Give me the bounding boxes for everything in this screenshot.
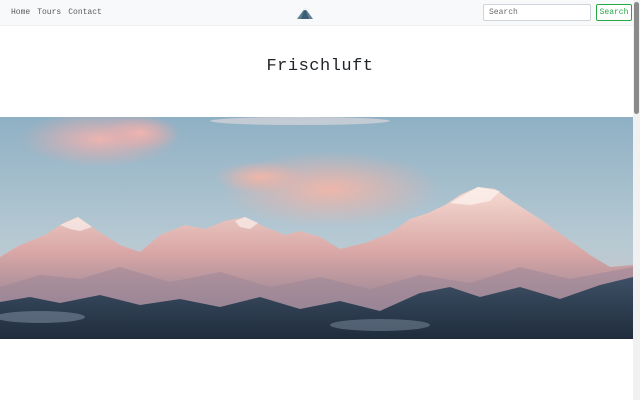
nav-link-tours[interactable]: Tours: [37, 8, 61, 17]
search-button[interactable]: Search: [596, 4, 632, 21]
scrollbar-thumb[interactable]: [634, 2, 639, 114]
search-input[interactable]: [483, 4, 591, 21]
nav-link-contact[interactable]: Contact: [68, 8, 102, 17]
page-title: Frischluft: [266, 57, 374, 76]
nav-links: Home Tours Contact: [11, 0, 109, 25]
navbar: Home Tours Contact Search: [0, 0, 633, 26]
vertical-scrollbar[interactable]: [633, 0, 640, 400]
mountain-panorama-image: [0, 117, 633, 339]
page: Home Tours Contact Search Frischluft: [0, 0, 640, 400]
mountain-logo-icon[interactable]: [297, 7, 313, 19]
nav-link-home[interactable]: Home: [11, 8, 30, 17]
